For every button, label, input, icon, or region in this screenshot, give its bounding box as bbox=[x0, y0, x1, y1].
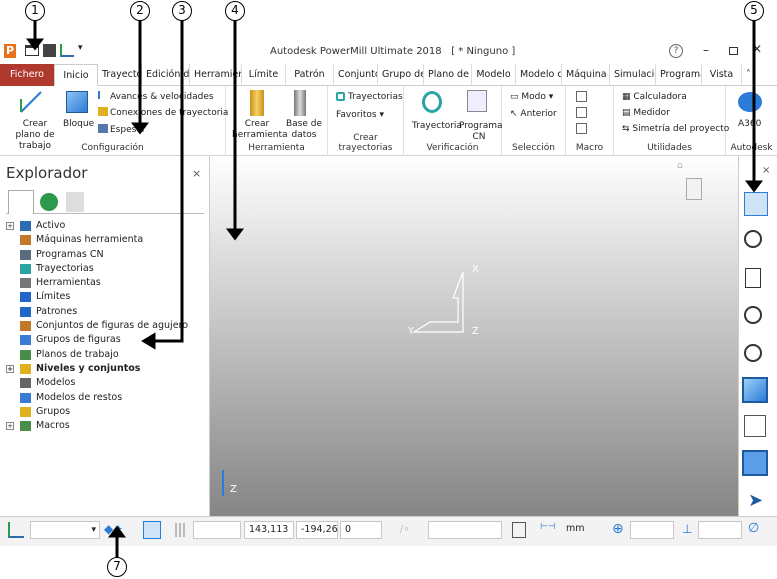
callout-5: 5 bbox=[744, 1, 764, 21]
callout-3: 3 bbox=[172, 1, 192, 21]
callout-4: 4 bbox=[225, 1, 245, 21]
callout-7: 7 bbox=[107, 557, 127, 577]
callout-1: 1 bbox=[25, 1, 45, 21]
callout-2: 2 bbox=[130, 1, 150, 21]
annotation-arrows bbox=[26, 20, 763, 560]
